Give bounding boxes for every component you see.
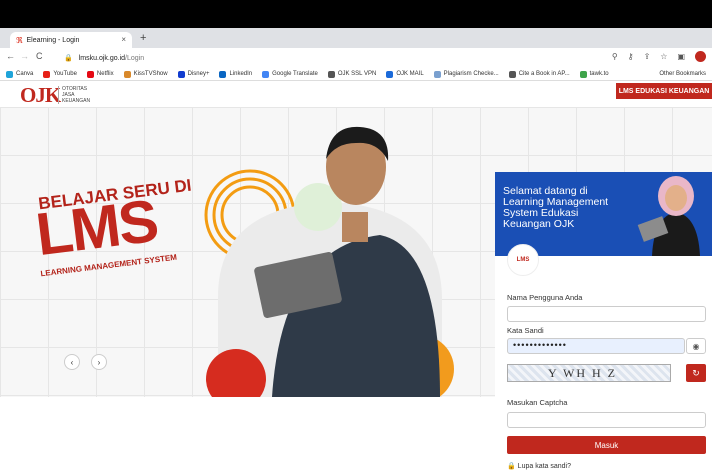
- logo-sub-line: KEUANGAN: [62, 98, 91, 104]
- bookmark-label: OJK SSL VPN: [337, 71, 377, 77]
- bookmark-icon: [43, 70, 51, 78]
- bookmark-icon: [6, 70, 13, 78]
- browser-toolbar-icons: ⚲ ⚷ ⇪ ☆ ▣: [612, 51, 706, 62]
- bookmark-item[interactable]: OJK MAIL: [386, 70, 424, 78]
- captcha-image: Y WH H Z: [507, 364, 671, 382]
- search-icon[interactable]: ⚲: [612, 52, 618, 61]
- username-input[interactable]: [507, 306, 706, 322]
- bookmark-icon: [123, 70, 131, 78]
- bookmark-label: Google Translate: [272, 71, 318, 77]
- close-tab-icon[interactable]: ×: [121, 35, 126, 44]
- welcome-text: Selamat datang di Learning Management Sy…: [503, 186, 633, 230]
- ojk-favicon-icon: ℜ: [16, 35, 23, 45]
- other-bookmarks[interactable]: Other Bookmarks: [659, 71, 706, 77]
- bookmark-item[interactable]: KissTVShow: [123, 70, 168, 78]
- bookmark-item[interactable]: Netflix: [86, 70, 114, 78]
- tab-title: Elearning - Login: [26, 36, 80, 44]
- lock-icon: 🔒: [64, 55, 73, 62]
- window-frame: [0, 0, 712, 28]
- reload-icon[interactable]: C: [36, 51, 43, 61]
- bookmark-label: Plagiarism Checke...: [443, 71, 499, 77]
- forgot-password-text: Lupa kata sandi?: [517, 463, 571, 470]
- captcha-input[interactable]: [507, 412, 706, 428]
- share-icon[interactable]: ⇪: [644, 52, 651, 61]
- lms-logo: LMS: [507, 244, 539, 276]
- carousel-next-button[interactable]: ›: [91, 354, 107, 370]
- password-input[interactable]: •••••••••••••: [507, 338, 685, 354]
- site-header: OJK OTORITAS JASA KEUANGAN LMS EDUKASI K…: [0, 81, 712, 107]
- refresh-captcha-icon[interactable]: ↻: [686, 364, 706, 382]
- url-field[interactable]: 🔒 lmsku.ojk.go.id /Login: [64, 51, 604, 65]
- sidebar-icon[interactable]: ▣: [677, 52, 685, 61]
- bookmark-item[interactable]: Plagiarism Checke...: [433, 70, 499, 78]
- woman-illustration: [637, 176, 700, 256]
- bookmark-icon: [86, 70, 94, 78]
- bookmark-icon: [327, 70, 335, 78]
- bookmark-label: KissTVShow: [133, 71, 168, 77]
- url-path: /Login: [125, 54, 145, 62]
- forward-icon[interactable]: →: [20, 51, 29, 61]
- bookmarks-bar: Canva YouTube Netflix KissTVShow Disney+ Link…: [0, 68, 712, 81]
- bookmark-item[interactable]: YouTube: [43, 70, 77, 78]
- bookmark-item[interactable]: OJK SSL VPN: [327, 70, 377, 78]
- bookmark-item[interactable]: LinkedIn: [219, 70, 253, 78]
- bookmark-label: LinkedIn: [229, 71, 253, 77]
- bookmark-icon: [177, 70, 185, 78]
- bookmark-item[interactable]: Disney+: [177, 70, 210, 78]
- bookmark-label: Canva: [16, 71, 34, 77]
- show-password-icon[interactable]: ◉: [686, 338, 706, 354]
- profile-avatar[interactable]: [695, 51, 706, 62]
- bookmark-icon: [219, 70, 227, 78]
- star-icon[interactable]: ☆: [660, 52, 667, 61]
- ojk-logo-subtitle: OTORITAS JASA KEUANGAN: [58, 86, 90, 104]
- captcha-label: Masukan Captcha: [507, 398, 568, 407]
- tab-strip: ℜ Elearning - Login × +: [0, 28, 712, 48]
- bookmark-label: Disney+: [187, 71, 210, 77]
- password-label: Kata Sandi: [507, 326, 544, 335]
- bookmark-label: Netflix: [96, 71, 114, 77]
- forgot-password-link[interactable]: 🔒 Lupa kata sandi?: [507, 462, 571, 470]
- tab-elearning[interactable]: ℜ Elearning - Login ×: [10, 32, 132, 48]
- person-neck: [342, 212, 368, 242]
- bookmark-icon: [386, 70, 394, 78]
- bookmark-item[interactable]: Canva: [6, 70, 34, 78]
- username-label: Nama Pengguna Anda: [507, 293, 583, 302]
- bookmark-label: tawk.to: [589, 71, 609, 77]
- carousel-prev-button[interactable]: ‹: [64, 354, 80, 370]
- welcome-line: Keuangan OJK: [503, 218, 575, 230]
- login-button[interactable]: Masuk: [507, 436, 706, 454]
- welcome-banner: Selamat datang di Learning Management Sy…: [495, 172, 712, 256]
- address-bar-row: ← → C 🔒 lmsku.ojk.go.id /Login ⚲ ⚷ ⇪ ☆ ▣: [0, 48, 712, 68]
- lms-edukasi-button[interactable]: LMS EDUKASI KEUANGAN: [616, 83, 712, 99]
- bookmark-icon: [508, 70, 516, 78]
- bookmark-item[interactable]: Cite a Book in AP...: [508, 70, 570, 78]
- bookmark-icon: [579, 70, 587, 78]
- bookmark-label: OJK MAIL: [396, 71, 424, 77]
- bookmark-icon: [262, 70, 270, 78]
- new-tab-button[interactable]: +: [140, 32, 146, 44]
- back-icon[interactable]: ←: [6, 51, 15, 61]
- url-host: lmsku.ojk.go.id: [78, 54, 126, 62]
- lock-icon: 🔒: [507, 463, 516, 470]
- bookmark-item[interactable]: Google Translate: [262, 70, 318, 78]
- login-panel: Selamat datang di Learning Management Sy…: [495, 172, 712, 471]
- bookmark-item[interactable]: tawk.to: [579, 70, 609, 78]
- bookmark-icon: [433, 70, 441, 78]
- ojk-logo[interactable]: OJK: [20, 83, 61, 108]
- key-icon[interactable]: ⚷: [628, 52, 634, 61]
- bookmark-label: Cite a Book in AP...: [518, 71, 570, 77]
- bookmark-label: YouTube: [53, 71, 77, 77]
